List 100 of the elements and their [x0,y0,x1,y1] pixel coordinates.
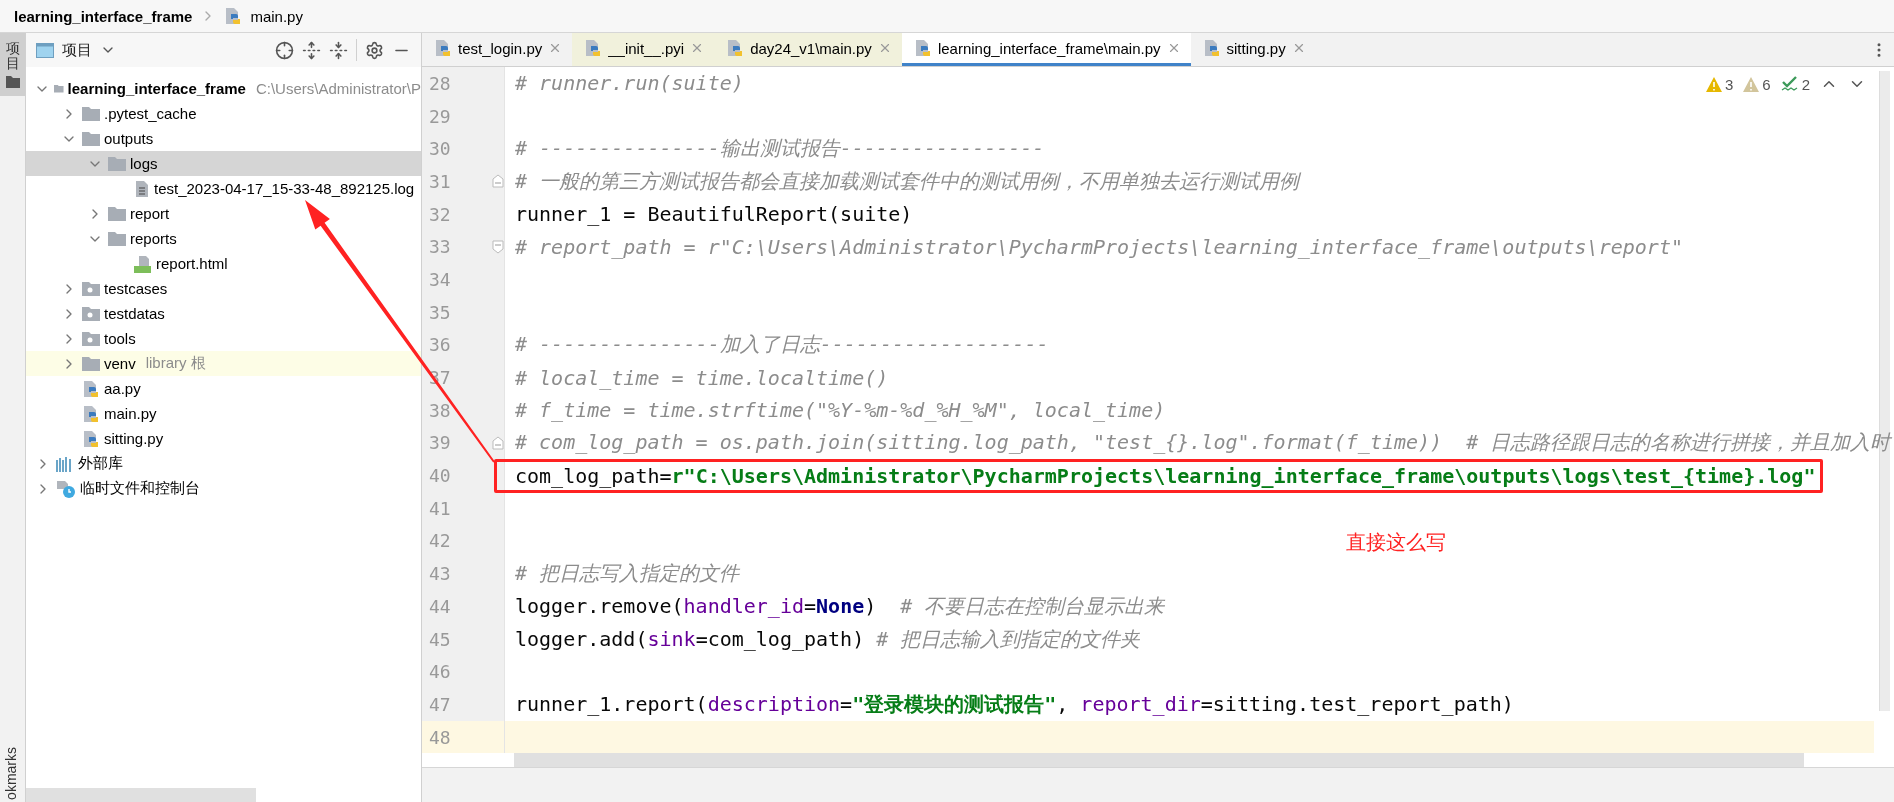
code-line: # runner.run(suite) [515,71,744,96]
tree-item[interactable]: report [26,201,421,226]
line-number: 48 [429,726,451,748]
item-label: report.html [156,255,228,272]
python-file-icon [82,404,100,423]
item-hint: C:\Users\Administrator\P [255,80,421,97]
tree-item[interactable]: 外部库 [26,451,421,476]
code-line: com_log_path=r"C:\Users\Administrator\PycharmProjects\learning_interface_frame\outputs\logs\test_{time}.log" [515,463,1816,488]
fold-icon [492,435,504,450]
line-number: 34 [429,268,451,290]
tree-item[interactable]: report.html [26,251,421,276]
panel-title[interactable]: 项目 [62,40,92,60]
editor-tab[interactable]: __init__.pyi [572,33,715,66]
folder-icon [108,156,126,171]
tree-item[interactable]: logs [26,151,421,176]
settings-icon[interactable] [365,40,384,60]
line-number: 33 [429,236,451,258]
folder-icon [82,356,100,371]
python-file-icon [434,39,452,57]
python-file-icon [82,429,100,448]
folder-icon [108,206,126,221]
code-line: # ---------------加入了日志------------------- [515,331,1049,359]
line-number: 32 [429,203,451,225]
line-number: 46 [429,661,451,683]
fold-icon [492,174,504,189]
python-file-icon [584,39,603,57]
item-label: 临时文件和控制台 [80,479,200,498]
scratch-clock-icon [56,479,76,498]
line-number: 35 [429,301,451,323]
item-label: tools [104,330,136,347]
line-number: 40 [429,465,451,487]
panel-icon [36,42,54,58]
code-line: # 一般的第三方测试报告都会直接加载测试套件中的测试用例，不用单独去运行测试用例 [515,167,1300,195]
item-label: outputs [104,130,154,147]
tree-item[interactable]: .pytest_cache [26,101,421,126]
line-number: 28 [429,72,451,94]
line-number: 39 [429,432,451,454]
item-label: testcases [104,280,168,297]
tree-item[interactable]: 临时文件和控制台 [26,476,421,501]
check-icon [1780,76,1799,92]
inspection-counter[interactable]: 3 [1705,75,1734,93]
code-line: # report_path = r"C:\Users\Administrator\PycharmProjects\learning_interface_frame\outputs\report" [515,234,1683,259]
python-file-icon [913,39,932,57]
line-number: 29 [429,105,451,127]
tree-item[interactable]: tools [26,326,421,351]
code-line: # f_time = time.strftime("%Y-%m-%d_%H_%M", local_time) [515,398,1166,423]
line-number: 31 [429,170,451,192]
tree-item[interactable]: venv library 根 [26,351,421,376]
tree-item[interactable]: sitting.py [26,426,421,451]
code-line: runner_1 = BeautifulReport(suite) [515,202,913,227]
tree-item[interactable]: reports [26,226,421,251]
item-label: sitting.py [104,430,164,447]
line-number: 44 [429,595,451,617]
item-label: logs [130,155,158,172]
line-number: 45 [429,628,451,650]
package-folder-icon [82,281,100,296]
tree-item[interactable]: testcases [26,276,421,301]
tree-item[interactable]: aa.py [26,376,421,401]
item-label: learning_interface_frame [67,80,246,97]
package-folder-icon [82,331,100,346]
python-file-icon [82,379,100,398]
item-label: .pytest_cache [104,105,197,122]
side-tab[interactable]: okmarks [0,745,25,802]
item-label: aa.py [104,380,141,397]
item-label: 外部库 [78,454,123,473]
folder-icon [82,106,100,121]
library-icon [56,455,74,472]
breadcrumb-item[interactable]: learning_interface_frame [14,7,193,25]
locate-icon[interactable] [275,40,294,60]
editor-tab[interactable]: day24_v1\main.py [714,33,902,66]
collapse-all-icon[interactable] [329,40,348,60]
item-label: test_2023-04-17_15-33-48_892125.log [154,180,415,197]
python-file-icon [224,7,243,25]
code-line: # ---------------输出测试报告----------------- [515,135,1045,163]
code-line: # com_log_path = os.path.join(sitting.log_path, "test_{}.log".format(f_time)) # 日志路径跟日志的名称进行拼接，并且加入时 [515,429,1891,457]
tree-item[interactable]: main.py [26,401,421,426]
tree-item[interactable]: learning_interface_frame C:\Users\Administrator\P [26,76,421,101]
html-file-icon [134,254,152,273]
expand-all-icon[interactable] [302,40,321,60]
line-number: 30 [429,138,451,160]
item-label: testdatas [104,305,165,322]
fold-icon [492,239,504,254]
line-number: 43 [429,563,451,585]
inspection-counter[interactable]: 2 [1780,75,1810,93]
inspection-counter[interactable]: 6 [1743,75,1771,93]
item-label: report [130,205,170,222]
annotation-note: 直接这么写 [1346,530,1446,555]
python-file-icon [1202,39,1221,57]
tree-item[interactable]: outputs [26,126,421,151]
code-line: logger.remove(handler_id=None) # 不要日志在控制台显示出来 [515,592,1165,620]
breadcrumb-item[interactable]: main.py [250,7,303,25]
line-number: 38 [429,399,451,421]
tree-item[interactable]: test_2023-04-17_15-33-48_892125.log [26,176,421,201]
editor-tab[interactable]: learning_interface_frame\main.py [901,33,1191,66]
line-number: 47 [429,693,451,715]
tree-item[interactable]: testdatas [26,301,421,326]
package-folder-icon [82,306,100,321]
side-tab[interactable]: 项目 [0,33,25,96]
item-label: venv [104,355,136,372]
item-hint: library 根 [145,354,206,373]
